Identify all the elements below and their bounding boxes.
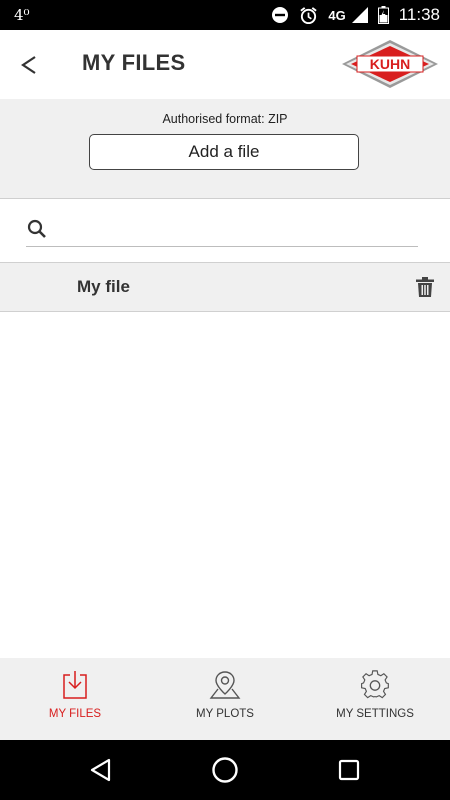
nav-my-files[interactable]: MY FILES (0, 658, 150, 740)
add-file-button[interactable]: Add a file (89, 134, 359, 170)
status-time: 11:38 (398, 5, 440, 24)
status-notification-text: 4⁰ (14, 6, 30, 24)
svg-text:KUHN: KUHN (370, 56, 410, 72)
page-title: MY FILES (82, 50, 186, 75)
network-type: 4G (328, 7, 346, 23)
triangle-back-icon (90, 758, 110, 782)
dnd-icon (272, 7, 289, 23)
back-icon (21, 56, 36, 74)
system-home-button[interactable] (211, 756, 239, 784)
system-navigation-bar (0, 740, 450, 800)
recents-square-icon (339, 759, 360, 781)
delete-file-icon[interactable] (415, 276, 435, 298)
nav-my-settings-label: MY SETTINGS (336, 708, 414, 720)
status-bar: 4⁰ 4G 11:38 (0, 0, 450, 30)
battery-icon (377, 6, 389, 24)
gear-icon (361, 670, 389, 699)
nav-my-plots-label: MY PLOTS (196, 708, 254, 720)
file-list-item[interactable]: My file (0, 262, 450, 312)
authorised-format-note: Authorised format: ZIP (162, 112, 288, 126)
system-back-button[interactable] (90, 758, 112, 782)
alarm-icon (300, 6, 318, 24)
nav-my-plots[interactable]: MY PLOTS (150, 658, 300, 740)
app-bar: MY FILES KUHN (0, 30, 450, 99)
search-bar (26, 212, 418, 247)
signal-icon (351, 7, 368, 23)
search-input[interactable] (56, 214, 418, 244)
bottom-navigation: MY FILES MY PLOTS MY SETTINGS (0, 658, 450, 740)
home-circle-icon (212, 757, 238, 783)
kuhn-logo: KUHN (342, 40, 438, 88)
back-button[interactable] (14, 48, 44, 82)
nav-my-settings[interactable]: MY SETTINGS (300, 658, 450, 740)
system-recents-button[interactable] (338, 759, 360, 781)
status-icons: 4G 11:38 (271, 5, 440, 25)
map-pin-icon (209, 671, 241, 699)
nav-my-files-label: MY FILES (48, 708, 102, 720)
search-icon (27, 219, 46, 238)
download-icon (63, 671, 87, 699)
file-name: My file (77, 277, 130, 296)
upload-panel: Authorised format: ZIP Add a file (0, 99, 450, 199)
